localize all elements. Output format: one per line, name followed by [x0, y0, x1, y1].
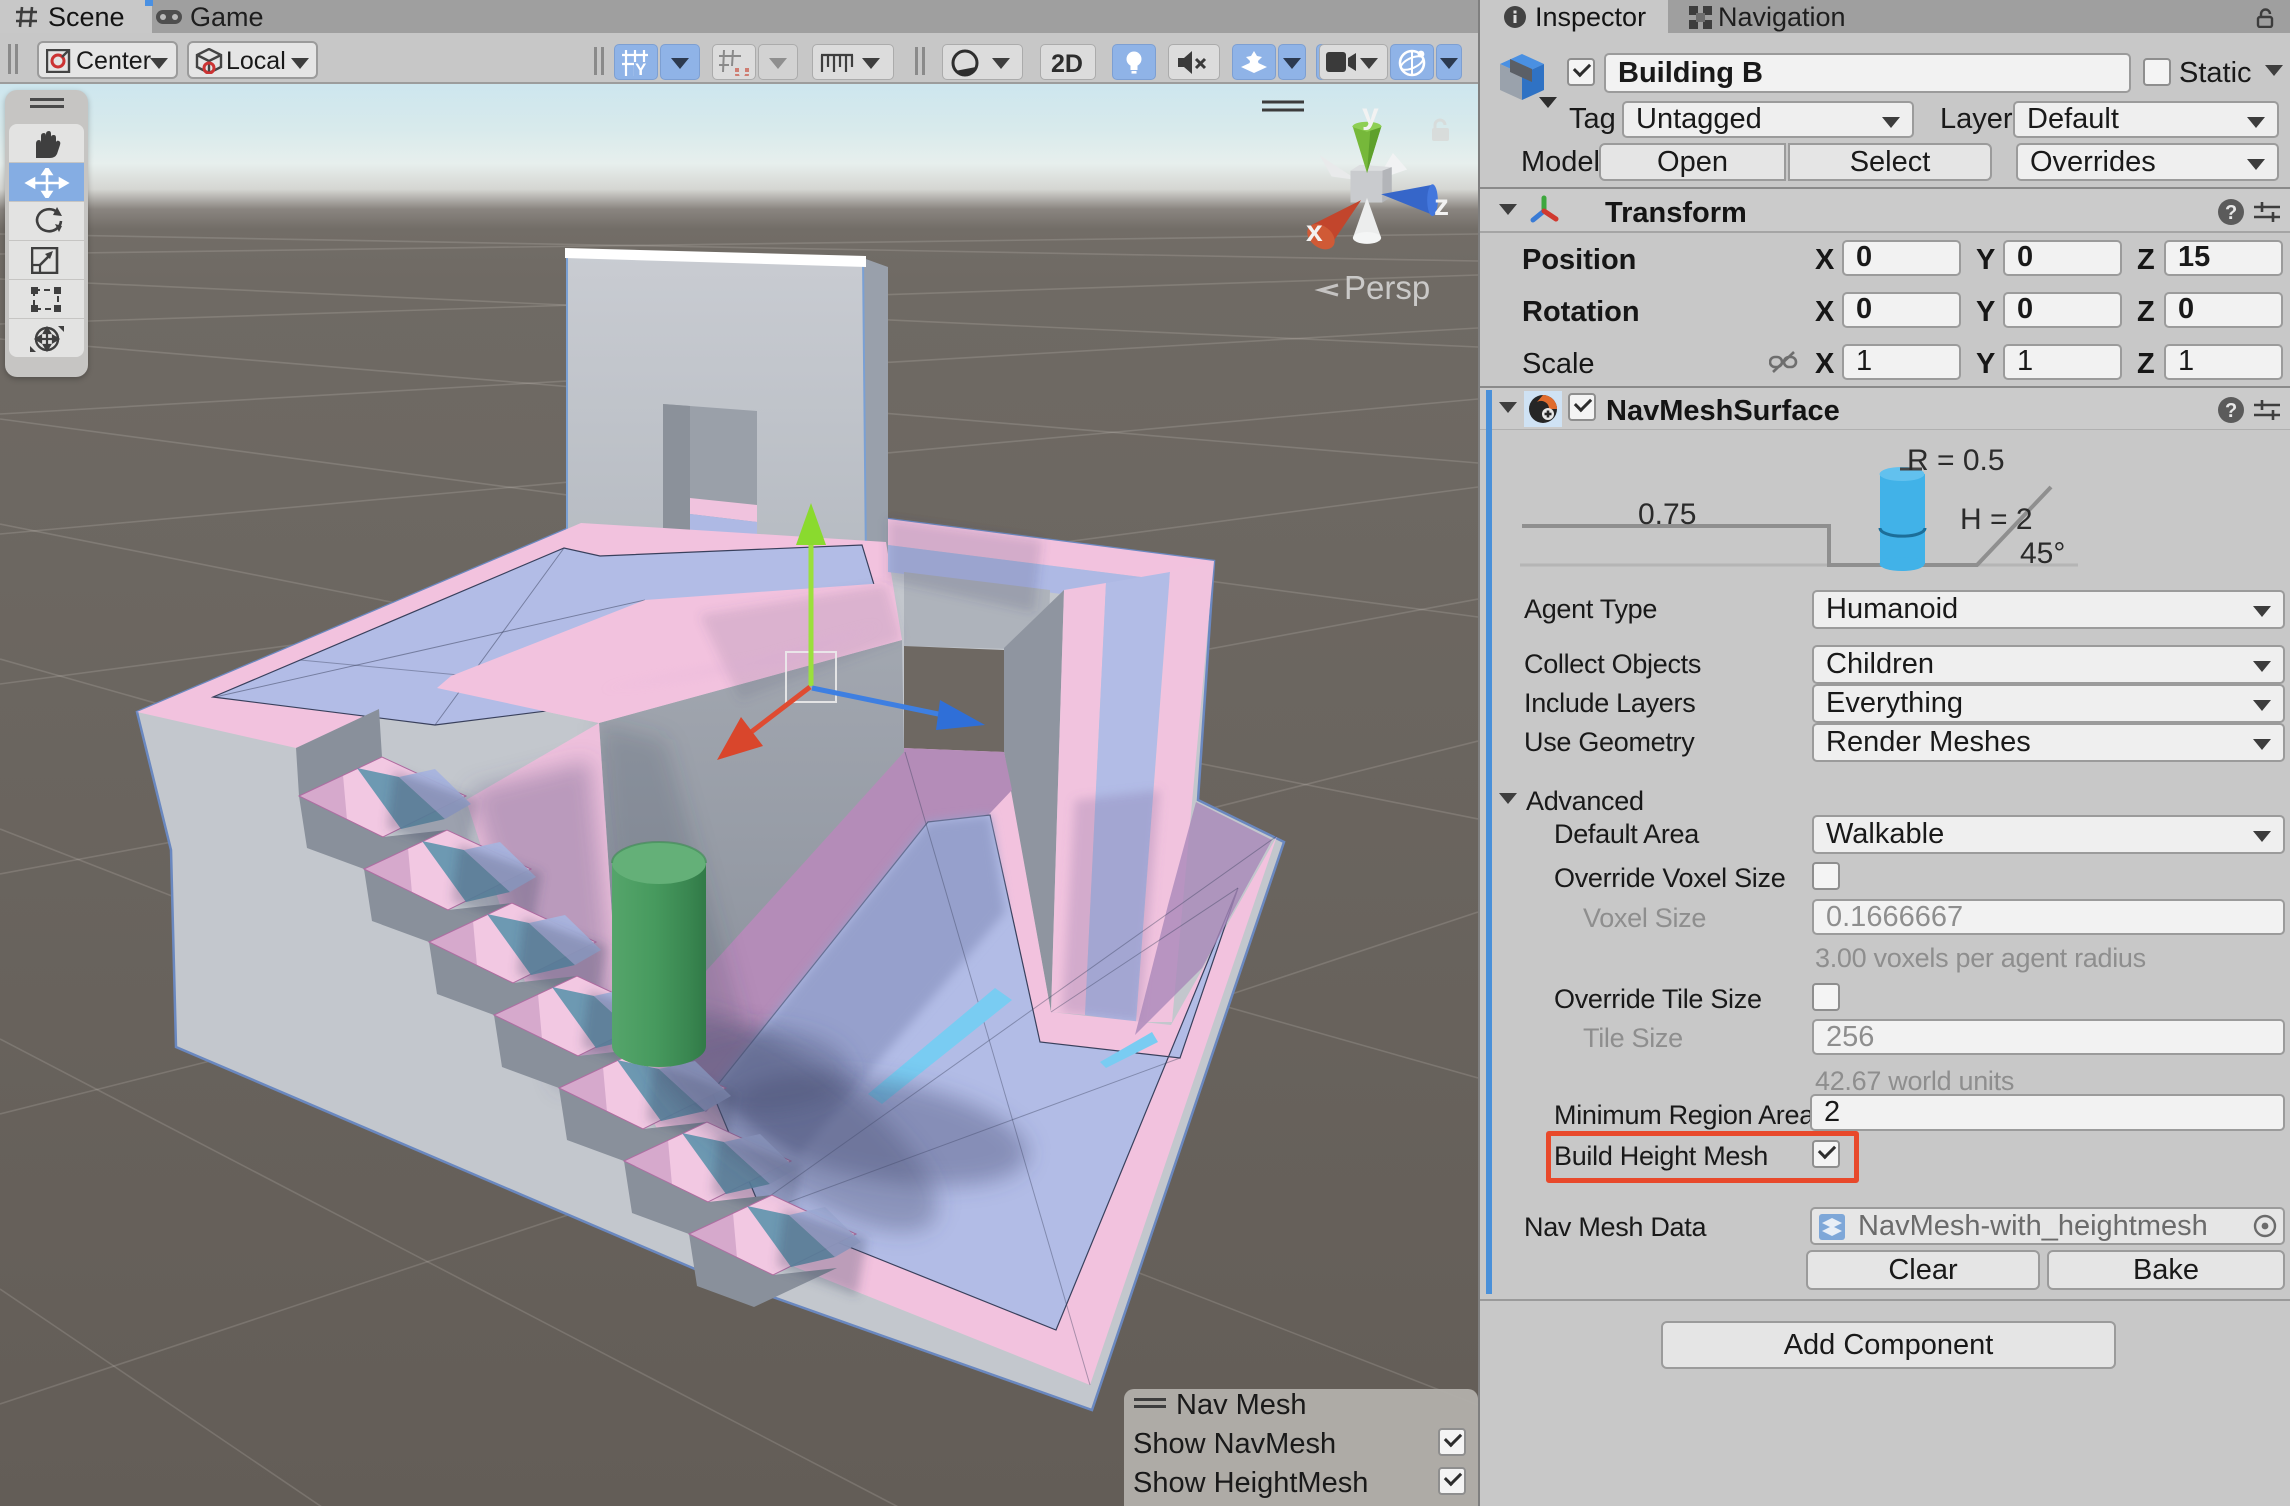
svg-text:Y: Y	[635, 60, 647, 76]
svg-text:?: ?	[2225, 400, 2237, 422]
svg-text:x: x	[1306, 215, 1323, 248]
svg-text:y: y	[1362, 98, 1379, 131]
svg-text:Persp: Persp	[1344, 269, 1430, 306]
svg-text:z: z	[1434, 189, 1449, 222]
svg-text:?: ?	[2225, 202, 2237, 224]
